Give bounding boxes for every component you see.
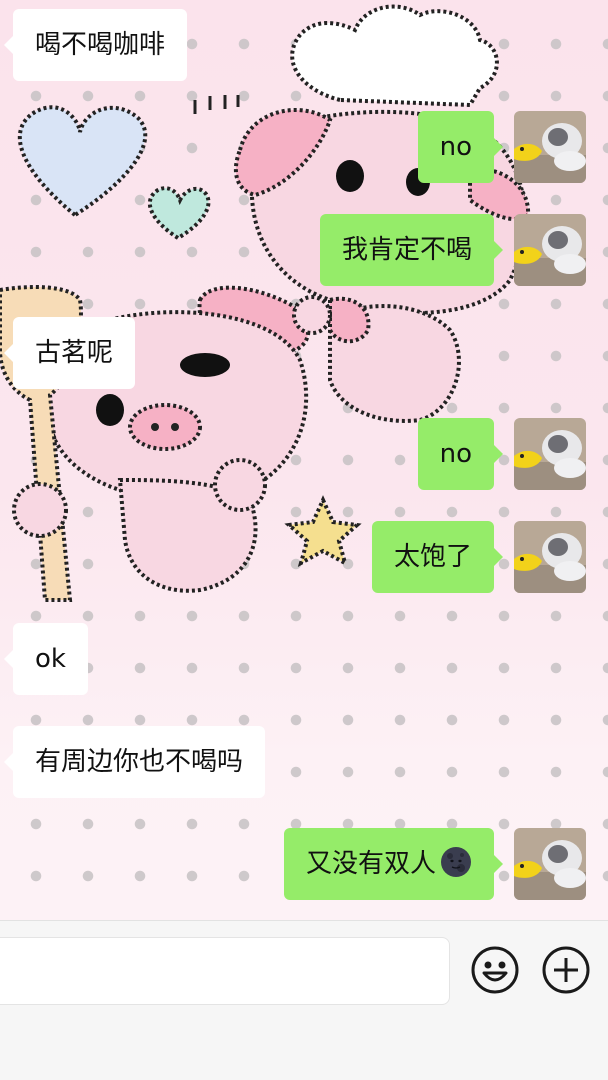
avatar[interactable] xyxy=(514,828,586,900)
cat-avatar-icon xyxy=(514,521,586,593)
message-bubble-incoming[interactable]: 古茗呢 xyxy=(3,317,136,389)
cat-avatar-icon xyxy=(514,828,586,900)
message-bubble-incoming[interactable]: 喝不喝咖啡 xyxy=(3,9,188,81)
chat-screen: 喝不喝咖啡 no 我肯定不喝 古茗呢 no 太饱了 ok 有周边你也不喝吗 又没… xyxy=(0,0,608,1080)
cat-avatar-icon xyxy=(514,214,586,286)
avatar[interactable] xyxy=(514,214,586,286)
new-moon-face-emoji-icon xyxy=(441,847,471,877)
plus-circle-icon xyxy=(542,946,590,994)
cat-avatar-icon xyxy=(514,418,586,490)
message-bubble-outgoing[interactable]: 太饱了 xyxy=(371,521,504,593)
message-input[interactable] xyxy=(0,937,450,1005)
emoji-button[interactable] xyxy=(470,945,520,995)
message-bubble-incoming[interactable]: 有周边你也不喝吗 xyxy=(3,726,266,798)
message-row-incoming: ok xyxy=(4,623,88,695)
message-bubble-outgoing[interactable]: no xyxy=(417,111,504,183)
message-text: 又没有双人 xyxy=(305,849,436,879)
smiley-icon xyxy=(471,946,519,994)
message-bubble-outgoing[interactable]: 又没有双人 xyxy=(283,828,504,900)
message-row-incoming: 有周边你也不喝吗 xyxy=(3,726,266,798)
message-row-outgoing: 我肯定不喝 xyxy=(319,214,504,286)
message-row-outgoing: 又没有双人 xyxy=(283,828,504,900)
message-row-incoming: 古茗呢 xyxy=(3,317,136,389)
message-composer xyxy=(0,920,608,1080)
avatar[interactable] xyxy=(514,418,586,490)
more-options-button[interactable] xyxy=(541,945,591,995)
message-row-incoming: 喝不喝咖啡 xyxy=(3,9,188,81)
message-bubble-outgoing[interactable]: 我肯定不喝 xyxy=(319,214,504,286)
message-bubble-incoming[interactable]: ok xyxy=(4,623,88,695)
message-bubble-outgoing[interactable]: no xyxy=(417,418,504,490)
message-row-outgoing: 太饱了 xyxy=(371,521,504,593)
avatar[interactable] xyxy=(514,111,586,183)
message-row-outgoing: no xyxy=(417,111,504,183)
message-row-outgoing: no xyxy=(417,418,504,490)
avatar[interactable] xyxy=(514,521,586,593)
cat-avatar-icon xyxy=(514,111,586,183)
